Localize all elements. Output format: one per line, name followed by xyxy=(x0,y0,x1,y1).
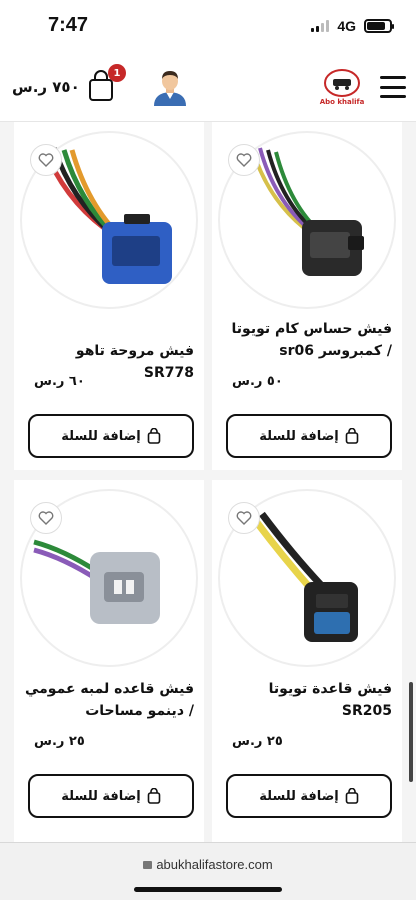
logo-text: Abo khalifa xyxy=(319,97,365,106)
shopping-bag-icon xyxy=(345,788,359,804)
add-to-cart-button[interactable]: إضافة للسلة xyxy=(226,414,392,458)
add-to-cart-label: إضافة للسلة xyxy=(259,428,339,444)
wishlist-button[interactable] xyxy=(30,502,62,534)
profile-avatar[interactable] xyxy=(150,66,190,106)
product-card[interactable]: فيش مروحة تاهو SR778 ٦٠ ر.س إضافة للسلة xyxy=(14,122,204,470)
status-time: 7:47 xyxy=(48,14,89,36)
heart-icon xyxy=(38,153,54,167)
status-bar: 7:47 4G xyxy=(0,0,416,52)
status-indicators: 4G xyxy=(311,18,394,34)
heart-icon xyxy=(38,511,54,525)
product-name[interactable]: فيش حساس كام تويوتا / كمبروسر sr06 xyxy=(222,318,392,362)
menu-button[interactable] xyxy=(380,76,406,98)
battery-icon xyxy=(364,19,394,33)
logo-emblem-icon xyxy=(324,68,360,97)
signal-icon xyxy=(311,20,330,32)
product-price: ٥٠ ر.س xyxy=(232,374,283,389)
product-name[interactable]: فيش قاعدة تويوتا SR205 xyxy=(222,678,392,722)
add-to-cart-button[interactable]: إضافة للسلة xyxy=(28,774,194,818)
wishlist-button[interactable] xyxy=(228,144,260,176)
product-name[interactable]: فيش قاعده لمبه عمومي / دينمو مساحات xyxy=(24,678,194,722)
network-type: 4G xyxy=(337,18,356,34)
scrollbar[interactable] xyxy=(409,682,413,782)
shopping-bag-icon xyxy=(345,428,359,444)
add-to-cart-label: إضافة للسلة xyxy=(61,788,141,804)
site-header: ٧٥٠ ر.س 1 Abo khalifa xyxy=(0,52,416,122)
cart-count-badge: 1 xyxy=(108,64,126,82)
user-avatar-icon xyxy=(154,71,186,106)
shopping-bag-icon xyxy=(147,428,161,444)
wishlist-button[interactable] xyxy=(30,144,62,176)
lock-icon xyxy=(143,861,153,869)
product-card[interactable]: فيش قاعدة تويوتا SR205 ٢٥ ر.س إضافة للسل… xyxy=(212,480,402,842)
heart-icon xyxy=(236,511,252,525)
product-price: ٢٥ ر.س xyxy=(232,734,283,749)
cart-total[interactable]: ٧٥٠ ر.س xyxy=(12,78,80,96)
home-indicator[interactable] xyxy=(134,887,282,892)
add-to-cart-label: إضافة للسلة xyxy=(61,428,141,444)
store-logo[interactable]: Abo khalifa xyxy=(318,62,366,112)
product-price: ٦٠ ر.س xyxy=(34,374,85,389)
shopping-bag-icon xyxy=(147,788,161,804)
product-card[interactable]: فيش حساس كام تويوتا / كمبروسر sr06 ٥٠ ر.… xyxy=(212,122,402,470)
heart-icon xyxy=(236,153,252,167)
hamburger-icon xyxy=(380,76,406,79)
add-to-cart-button[interactable]: إضافة للسلة xyxy=(28,414,194,458)
add-to-cart-button[interactable]: إضافة للسلة xyxy=(226,774,392,818)
url-display[interactable]: abukhalifastore.com xyxy=(0,857,416,872)
product-price: ٢٥ ر.س xyxy=(34,734,85,749)
browser-address-bar[interactable]: abukhalifastore.com xyxy=(0,842,416,900)
url-text: abukhalifastore.com xyxy=(156,857,273,872)
product-grid: فيش حساس كام تويوتا / كمبروسر sr06 ٥٠ ر.… xyxy=(0,122,416,842)
add-to-cart-label: إضافة للسلة xyxy=(259,788,339,804)
wishlist-button[interactable] xyxy=(228,502,260,534)
product-card[interactable]: فيش قاعده لمبه عمومي / دينمو مساحات ٢٥ ر… xyxy=(14,480,204,842)
